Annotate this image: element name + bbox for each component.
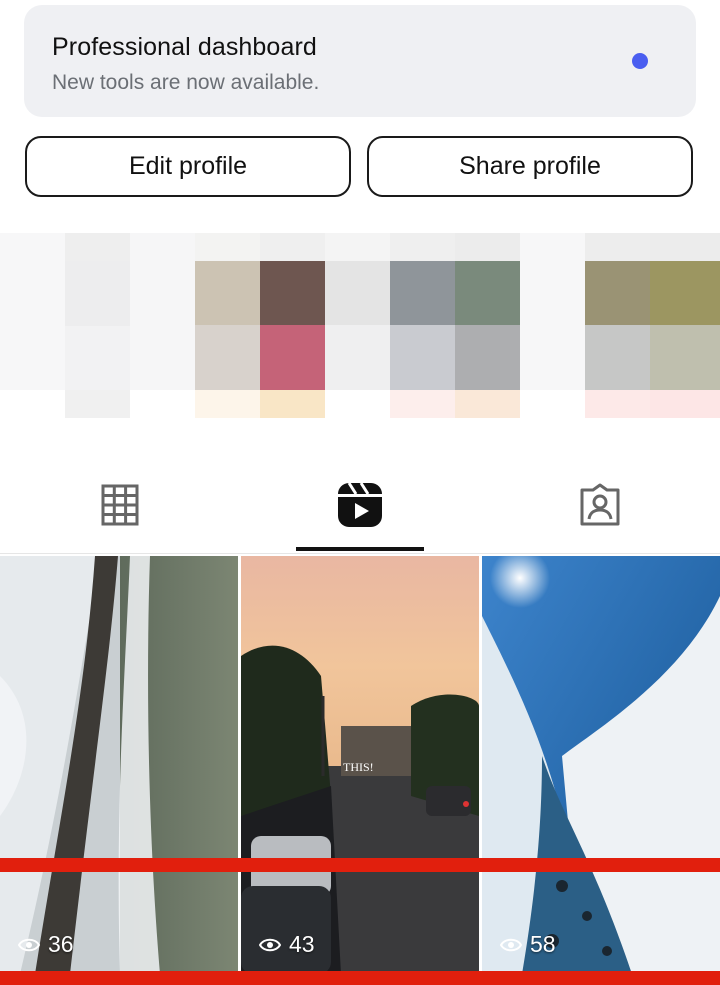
professional-dashboard-card[interactable]: Professional dashboard New tools are now…	[24, 5, 696, 117]
tab-divider	[0, 553, 720, 554]
edit-profile-button[interactable]: Edit profile	[25, 136, 351, 197]
reels-icon	[338, 482, 382, 527]
eye-icon	[259, 938, 281, 951]
reel-thumbnail[interactable]: 36	[0, 556, 238, 974]
view-count-value: 36	[48, 931, 74, 957]
view-count-value: 43	[289, 931, 315, 957]
highlight-bar-bottom	[0, 971, 720, 985]
eye-icon	[500, 938, 522, 951]
notification-dot	[632, 53, 648, 69]
reel-thumbnail[interactable]: 58	[482, 556, 720, 974]
view-count: 36	[18, 931, 74, 958]
dashboard-subtitle: New tools are now available.	[52, 71, 320, 94]
dashboard-title: Professional dashboard	[52, 33, 317, 61]
view-count: 58	[500, 931, 556, 958]
reel-overlay-text: THIS!	[343, 760, 374, 774]
share-profile-button[interactable]: Share profile	[367, 136, 693, 197]
tagged-tab[interactable]	[578, 482, 622, 528]
eye-icon	[18, 938, 40, 951]
tagged-icon	[580, 483, 620, 526]
view-count: 43	[259, 931, 315, 958]
reels-tab[interactable]	[337, 482, 382, 528]
view-count-value: 58	[530, 931, 556, 957]
story-highlights-pixelated[interactable]	[0, 233, 720, 418]
grid-icon	[101, 484, 139, 526]
active-tab-indicator	[296, 547, 424, 551]
reel-thumbnail[interactable]: THIS! 43	[241, 556, 479, 974]
grid-tab[interactable]	[98, 482, 142, 528]
highlight-bar-top	[0, 858, 720, 872]
